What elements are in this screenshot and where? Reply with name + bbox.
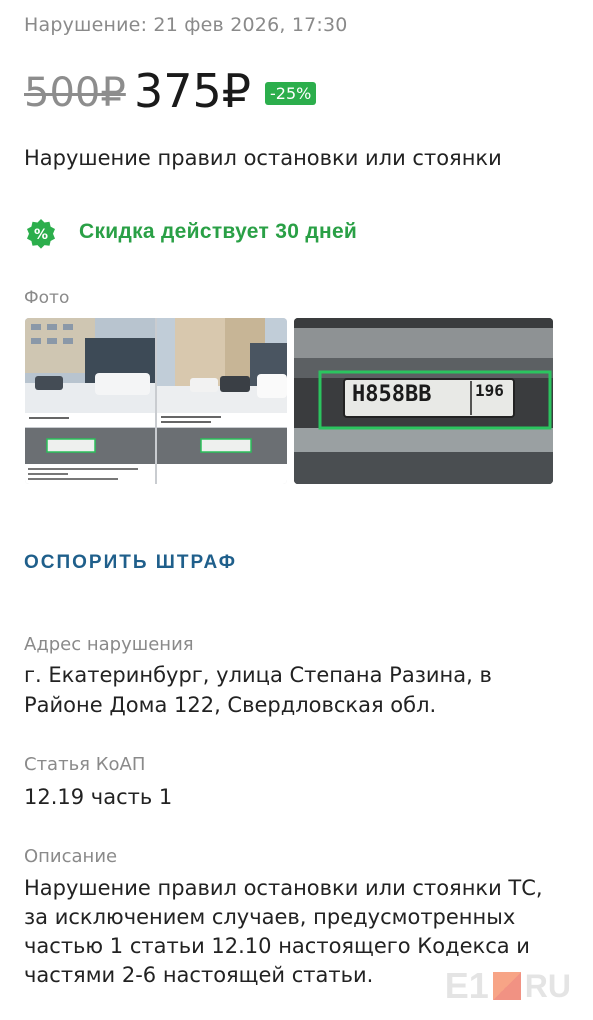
violation-photo-collage[interactable] (25, 318, 287, 484)
violation-datetime: Нарушение: 21 фев 2026, 17:30 (24, 14, 348, 36)
dispute-fine-link[interactable]: ОСПОРИТЬ ШТРАФ (24, 552, 237, 574)
article-label: Статья КоАП (24, 754, 146, 775)
plate-number-text: Н858ВВ (352, 382, 432, 407)
violation-title: Нарушение правил остановки или стоянки (24, 146, 502, 170)
discount-badge: -25% (265, 82, 317, 105)
photo-section-label: Фото (24, 288, 70, 308)
plate-region-text: 196 (475, 381, 504, 400)
old-price: 500₽ (24, 70, 126, 116)
svg-text:%: % (34, 227, 48, 243)
address-label: Адрес нарушения (24, 634, 194, 655)
discounted-price: 375₽ (134, 64, 252, 118)
percent-badge-icon: % (27, 219, 55, 249)
discount-validity-text: Скидка действует 30 дней (79, 220, 358, 243)
license-plate-photo[interactable]: Н858ВВ 196 (294, 318, 553, 484)
article-value: 12.19 часть 1 (24, 785, 173, 809)
e1-logo-watermark: E1 RU (444, 965, 571, 1006)
description-label: Описание (24, 846, 118, 867)
address-value: г. Екатеринбург, улица Степана Разина, в… (24, 663, 492, 717)
